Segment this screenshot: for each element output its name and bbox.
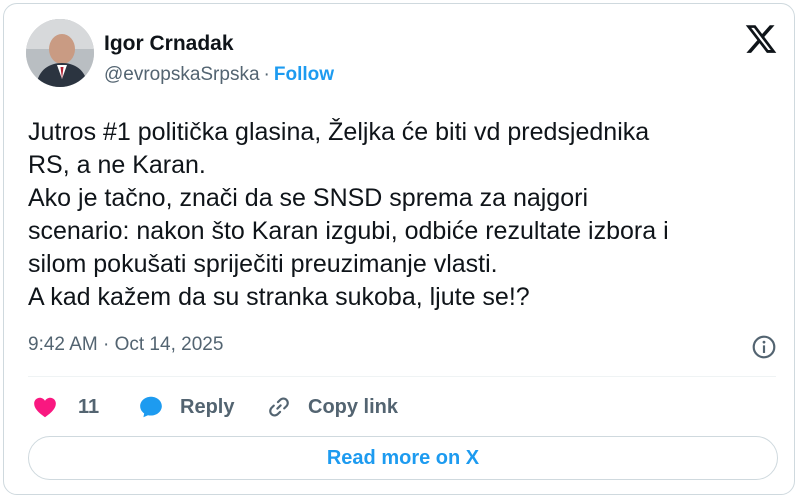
reply-bubble-icon [140,396,162,418]
reply-button[interactable]: Reply [138,392,234,422]
author-handle-line: @evropskaSrpska · Follow [104,64,334,86]
author-name[interactable]: Igor Crnadak [104,32,234,56]
avatar[interactable] [26,19,94,87]
info-icon[interactable] [751,334,777,360]
read-more-label: Read more on X [326,446,480,469]
follow-button[interactable]: Follow [274,64,334,85]
tweet-timestamp[interactable]: 9:42 AM · Oct 14, 2025 [28,334,223,356]
x-logo-icon[interactable] [744,22,778,56]
reply-label: Reply [180,395,235,418]
author-handle[interactable]: @evropskaSrpska [104,64,260,85]
separator-dot: · [263,64,270,85]
avatar-image [26,19,94,87]
link-icon [269,397,289,417]
read-more-button[interactable]: Read more on X [28,436,778,480]
copy-link-label: Copy link [308,395,399,418]
copy-link-button[interactable]: Copy link [266,392,398,422]
heart-icon [34,397,56,418]
divider [28,376,776,377]
action-bar: 11 Reply Copy link [28,392,768,422]
like-count: 11 [78,395,100,418]
like-button[interactable]: 11 [32,392,99,422]
tweet-card: Igor Crnadak @evropskaSrpska · Follow Jutr… [3,3,795,495]
tweet-text: Jutros #1 politička glasina, Željka će b… [28,118,669,311]
